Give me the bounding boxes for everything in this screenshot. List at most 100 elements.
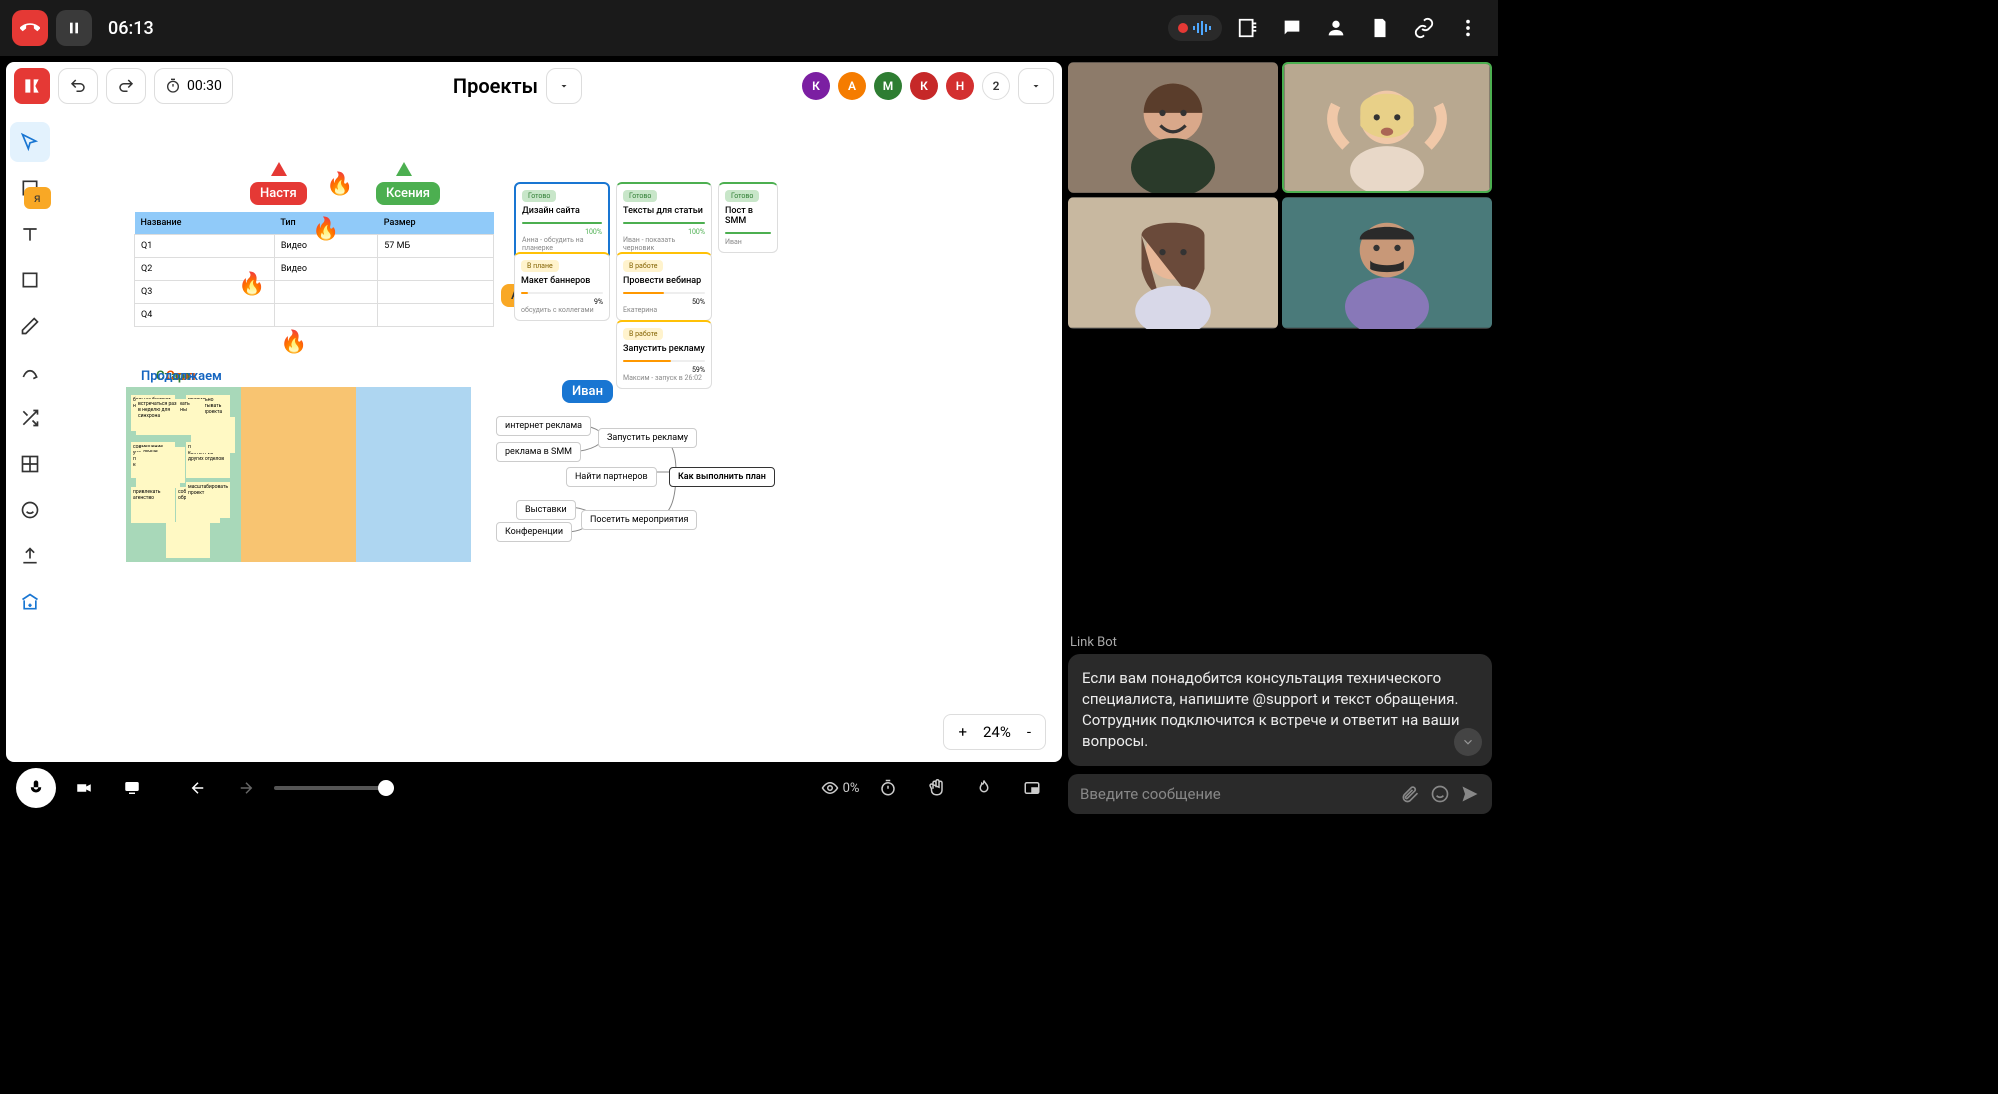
task-card[interactable]: В работе Провести вебинар 50% Екатерина — [616, 252, 712, 321]
grid-tool[interactable] — [10, 444, 50, 484]
mindmap-node[interactable]: Конференции — [496, 522, 572, 542]
slider-thumb[interactable] — [378, 780, 394, 796]
chat-button[interactable] — [1274, 10, 1310, 46]
video-tile-active[interactable] — [1282, 62, 1492, 193]
upload-tool[interactable] — [10, 536, 50, 576]
mic-button[interactable] — [16, 768, 56, 808]
mindmap-center[interactable]: Как выполнить план — [669, 467, 775, 487]
fire-icon: 🔥 — [280, 330, 307, 355]
mindmap-node[interactable]: Выставки — [516, 500, 576, 520]
pause-icon — [66, 20, 82, 36]
fire-icon: 🔥 — [312, 217, 339, 242]
timer-button[interactable]: 00:30 — [154, 68, 233, 104]
undo-button[interactable] — [58, 68, 98, 104]
chat-expand-button[interactable] — [1454, 728, 1482, 756]
pip-button[interactable] — [1012, 768, 1052, 808]
pen-tool[interactable] — [10, 306, 50, 346]
mindmap-node[interactable]: реклама в SMM — [496, 442, 581, 462]
participant-avatar[interactable]: Н — [946, 72, 974, 100]
fire-icon: 🔥 — [326, 172, 353, 197]
sticky-note[interactable] — [136, 452, 180, 488]
pause-button[interactable] — [56, 10, 92, 46]
people-button[interactable] — [1318, 10, 1354, 46]
task-card[interactable]: В плане Макет баннеров 9% обсудить с кол… — [514, 252, 610, 321]
timer-toggle-button[interactable] — [868, 768, 908, 808]
mindmap-node[interactable]: Найти партнеров — [566, 467, 657, 487]
kanban-board[interactable]: Старт больше бюджет на продвижение прави… — [126, 387, 471, 562]
sticky-note[interactable] — [166, 522, 210, 558]
app-logo[interactable] — [14, 68, 50, 104]
attachment-icon[interactable] — [1400, 784, 1420, 804]
nav-forward-button[interactable] — [226, 768, 266, 808]
nav-back-button[interactable] — [178, 768, 218, 808]
sticky-note[interactable]: масштабировать проект — [186, 482, 230, 518]
hand-raise-button[interactable] — [916, 768, 956, 808]
kanban-column-stop[interactable]: Стоп не срывать дедлайны лучше планирова… — [241, 387, 356, 562]
table-row: Q3 — [135, 281, 494, 304]
emoji-tool[interactable] — [10, 490, 50, 530]
reactions-button[interactable] — [964, 768, 1004, 808]
zoom-in-button[interactable]: + — [958, 723, 967, 741]
stopwatch-icon — [165, 78, 181, 94]
more-vertical-icon — [1457, 17, 1479, 39]
task-card[interactable]: В работе Запустить рекламу 59% Максим - … — [616, 320, 712, 389]
sticky-note[interactable]: привлекать агенство — [131, 487, 175, 523]
redo-button[interactable] — [106, 68, 146, 104]
participant-avatar[interactable]: М — [874, 72, 902, 100]
shuffle-tool[interactable] — [10, 398, 50, 438]
title-dropdown[interactable] — [546, 68, 582, 104]
arrow-tool[interactable] — [10, 352, 50, 392]
chat-input[interactable] — [1080, 785, 1390, 803]
participant-avatar[interactable]: К — [802, 72, 830, 100]
add-frame-tool[interactable] — [10, 582, 50, 622]
whiteboard-canvas[interactable]: 00:30 Проекты К А М К Н 2 — [6, 62, 1062, 762]
video-tile[interactable] — [1282, 197, 1492, 328]
hangup-button[interactable] — [12, 10, 48, 46]
volume-slider[interactable] — [274, 786, 394, 790]
chevron-down-icon — [1030, 80, 1042, 92]
select-tool[interactable] — [10, 122, 50, 162]
screen-share-button[interactable] — [112, 768, 152, 808]
mindmap-node[interactable]: интернет реклама — [496, 416, 591, 436]
shape-tool[interactable] — [10, 260, 50, 300]
record-dot-icon — [1178, 23, 1188, 33]
video-grid — [1068, 62, 1492, 329]
cursor-triangle — [396, 162, 412, 176]
participants-dropdown[interactable] — [1018, 68, 1054, 104]
chevron-down-icon — [1461, 735, 1475, 749]
task-card[interactable]: Готово Тексты для статьи 100% Иван - пок… — [616, 182, 712, 259]
video-tile[interactable] — [1068, 62, 1278, 193]
app-header: 00:30 Проекты К А М К Н 2 — [6, 62, 1062, 110]
emoji-icon[interactable] — [1430, 784, 1450, 804]
task-card[interactable]: Готово Пост в SMM Иван — [718, 182, 778, 253]
sticky-note[interactable] — [191, 417, 235, 453]
board-title[interactable]: Проекты — [453, 74, 538, 98]
smile-icon — [20, 500, 40, 520]
document-button[interactable] — [1362, 10, 1398, 46]
participant-overflow[interactable]: 2 — [982, 72, 1010, 100]
participant-avatar[interactable]: К — [910, 72, 938, 100]
link-button[interactable] — [1406, 10, 1442, 46]
task-card[interactable]: Готово Дизайн сайта 100% Анна - обсудить… — [514, 182, 610, 260]
recording-indicator[interactable] — [1168, 15, 1222, 41]
camera-button[interactable] — [64, 768, 104, 808]
grid-icon — [20, 454, 40, 474]
visibility-button[interactable]: 0% — [820, 768, 860, 808]
notes-icon — [1237, 17, 1259, 39]
table-row: Q4 — [135, 304, 494, 327]
zoom-out-button[interactable]: - — [1027, 723, 1031, 741]
notes-button[interactable] — [1230, 10, 1266, 46]
pencil-icon — [20, 316, 40, 336]
send-icon[interactable] — [1460, 784, 1480, 804]
right-panel: Link Bot Если вам понадобится консультац… — [1068, 56, 1498, 820]
sticky-note[interactable]: встречаться раз в неделю для синхрона — [136, 399, 180, 435]
mindmap-node[interactable]: Посетить мероприятия — [581, 510, 697, 530]
hand-icon — [927, 779, 945, 797]
text-tool[interactable] — [10, 214, 50, 254]
kanban-column-continue[interactable]: Продолжаем встречаться раз в неделю для … — [356, 387, 471, 562]
video-tile[interactable] — [1068, 197, 1278, 328]
more-button[interactable] — [1450, 10, 1486, 46]
cursor-label-nastya: Настя — [250, 182, 307, 205]
participant-avatar[interactable]: А — [838, 72, 866, 100]
mindmap-node[interactable]: Запустить рекламу — [598, 428, 697, 448]
